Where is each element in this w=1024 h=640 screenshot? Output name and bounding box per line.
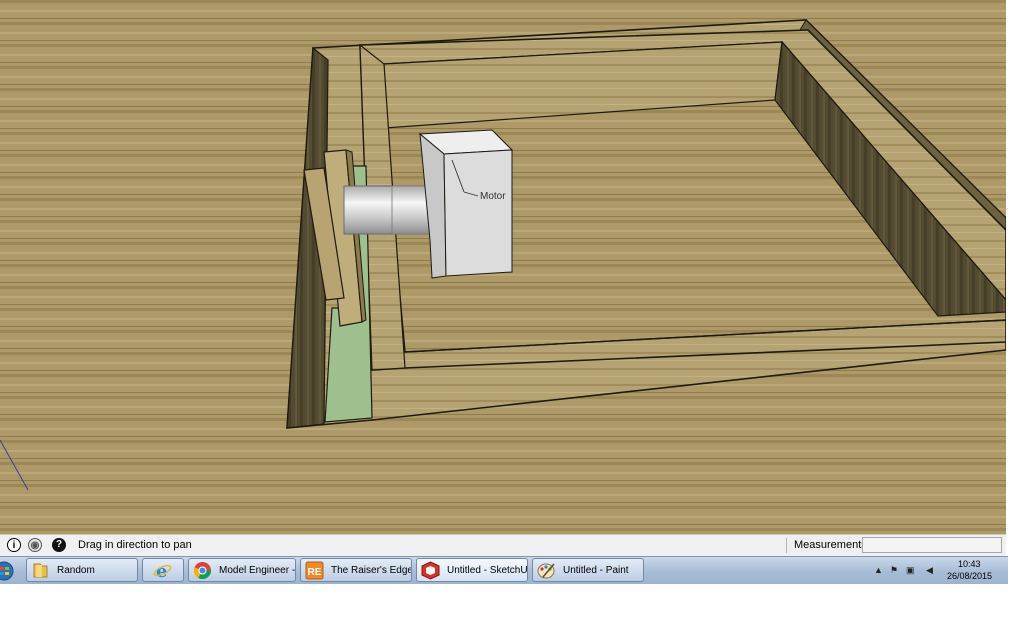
action-center-flag-icon[interactable]: ⚑ (890, 565, 898, 576)
scene-svg: Motor (0, 0, 1006, 534)
windows-taskbar: Random e Model Engineer - ... RE The Rai… (0, 556, 1008, 584)
status-bar: i ◉ ? Drag in direction to pan Measureme… (0, 534, 1006, 556)
internet-explorer-icon: e (153, 561, 172, 580)
clock-time[interactable]: 10:43 (958, 559, 981, 569)
windows-start-icon[interactable] (0, 560, 20, 582)
info-icon[interactable]: i (7, 538, 21, 552)
window-edge (1006, 0, 1024, 640)
network-icon[interactable]: ▣ (906, 565, 915, 576)
show-hidden-icons-icon[interactable]: ▲ (874, 565, 883, 575)
taskbar-item-label: Random (57, 565, 95, 576)
blank-area (0, 584, 1024, 640)
measurements-label: Measurements (794, 539, 867, 551)
raisers-edge-icon: RE (305, 561, 324, 580)
paint-icon (537, 563, 555, 579)
sketchup-3d-viewport[interactable]: Motor (0, 0, 1006, 534)
user-icon[interactable]: ◉ (28, 538, 42, 552)
status-divider (786, 538, 787, 553)
volume-icon[interactable]: ◀ (926, 565, 933, 576)
help-icon[interactable]: ? (52, 538, 66, 552)
taskbar-paint[interactable]: Untitled - Paint (532, 558, 644, 582)
chrome-icon (193, 562, 211, 579)
motor-body[interactable] (443, 149, 513, 277)
taskbar-internet-explorer[interactable]: e (142, 558, 184, 582)
taskbar-item-label: Untitled - SketchUp (447, 565, 528, 576)
taskbar-folder-random[interactable]: Random (26, 558, 138, 582)
folder-icon (33, 563, 48, 578)
taskbar-item-label: The Raiser's Edge ... (331, 565, 412, 576)
measurements-input[interactable] (862, 537, 1002, 553)
motor-annotation-label: Motor (480, 191, 506, 202)
status-message: Drag in direction to pan (78, 539, 192, 551)
taskbar-chrome-model-engineer[interactable]: Model Engineer - ... (188, 558, 296, 582)
clock-date[interactable]: 26/08/2015 (947, 571, 992, 581)
taskbar-sketchup-active[interactable]: Untitled - SketchUp (416, 558, 528, 582)
svg-text:e: e (156, 561, 167, 580)
svg-text:RE: RE (308, 567, 322, 578)
taskbar-item-label: Model Engineer - ... (219, 565, 296, 576)
taskbar-raisers-edge[interactable]: RE The Raiser's Edge ... (300, 558, 412, 582)
sketchup-icon (421, 561, 440, 580)
taskbar-item-label: Untitled - Paint (563, 565, 629, 576)
motor-collar (391, 185, 431, 235)
